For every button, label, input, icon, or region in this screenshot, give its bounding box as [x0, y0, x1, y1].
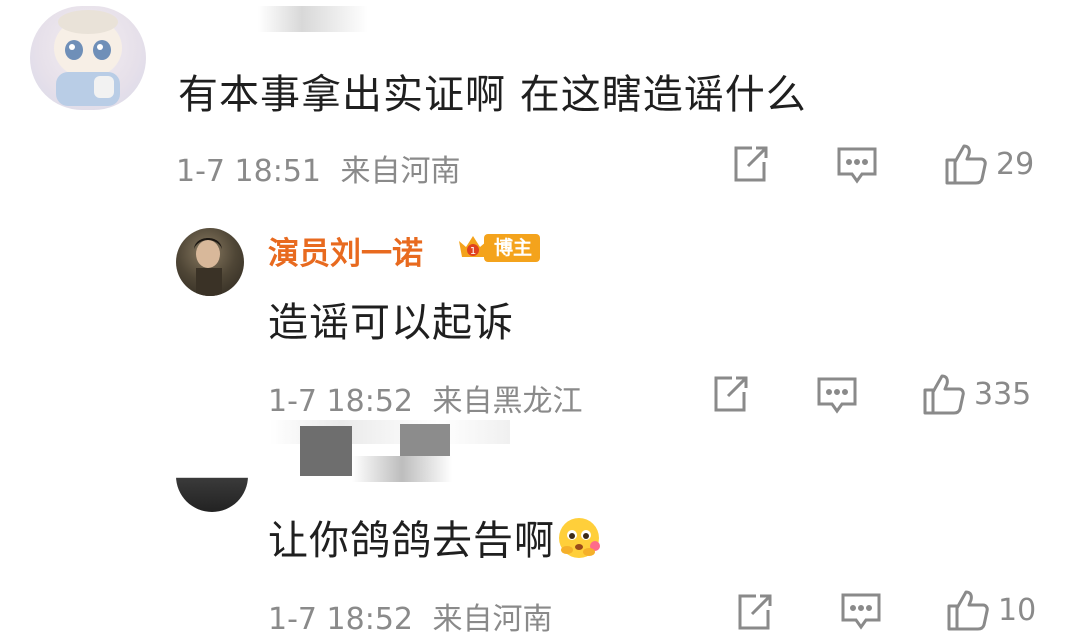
- like-count: 10: [998, 592, 1037, 628]
- comment-icon: [837, 147, 877, 184]
- username[interactable]: 演员刘一诺: [268, 228, 423, 273]
- comment-button[interactable]: [836, 144, 878, 186]
- comment-text: 让你鸽鸽去告啊: [268, 508, 601, 566]
- comment-location: 来自黑龙江: [432, 384, 583, 419]
- comment-meta: 1-7 18:51 来自河南: [176, 146, 461, 190]
- share-button[interactable]: [710, 374, 750, 414]
- comment-meta: 1-7 18:52 来自河南: [268, 594, 553, 638]
- like-button[interactable]: 29: [944, 142, 1034, 186]
- pleading-emoji-icon: [559, 518, 600, 558]
- like-count: 29: [996, 146, 1035, 182]
- avatar[interactable]: [30, 6, 146, 110]
- comment-button[interactable]: [840, 590, 882, 632]
- comment-text-label: 让你鸽鸽去告啊: [268, 518, 555, 564]
- like-icon: [945, 144, 987, 185]
- badge-label: 博主: [484, 234, 541, 262]
- like-icon: [947, 590, 989, 631]
- avatar[interactable]: [176, 440, 248, 512]
- comment-meta: 1-7 18:52 来自黑龙江: [268, 376, 583, 420]
- blogger-badge: 1 博主: [456, 232, 541, 264]
- share-icon: [738, 594, 772, 630]
- comment-icon: [817, 377, 857, 414]
- svg-text:1: 1: [470, 246, 476, 257]
- like-count: 335: [974, 376, 1032, 412]
- like-button[interactable]: 335: [922, 372, 1031, 416]
- comment-time: 1-7 18:51: [176, 154, 321, 189]
- share-button[interactable]: [734, 592, 774, 632]
- blurred-username: [258, 6, 368, 32]
- redaction-block: [300, 426, 352, 476]
- comment-text: 造谣可以起诉: [268, 300, 514, 346]
- avatar[interactable]: [176, 228, 244, 296]
- comment-location: 来自河南: [340, 154, 461, 189]
- comment-text: 有本事拿出实证啊 在这瞎造谣什么: [178, 72, 807, 118]
- share-icon: [714, 376, 748, 412]
- share-icon: [734, 146, 768, 182]
- like-button[interactable]: 10: [946, 588, 1036, 632]
- comment-time: 1-7 18:52: [268, 384, 413, 419]
- share-button[interactable]: [730, 144, 770, 184]
- comment-icon: [841, 593, 881, 630]
- comment-button[interactable]: [816, 374, 858, 416]
- blurred-username: [352, 456, 452, 482]
- like-icon: [923, 374, 965, 415]
